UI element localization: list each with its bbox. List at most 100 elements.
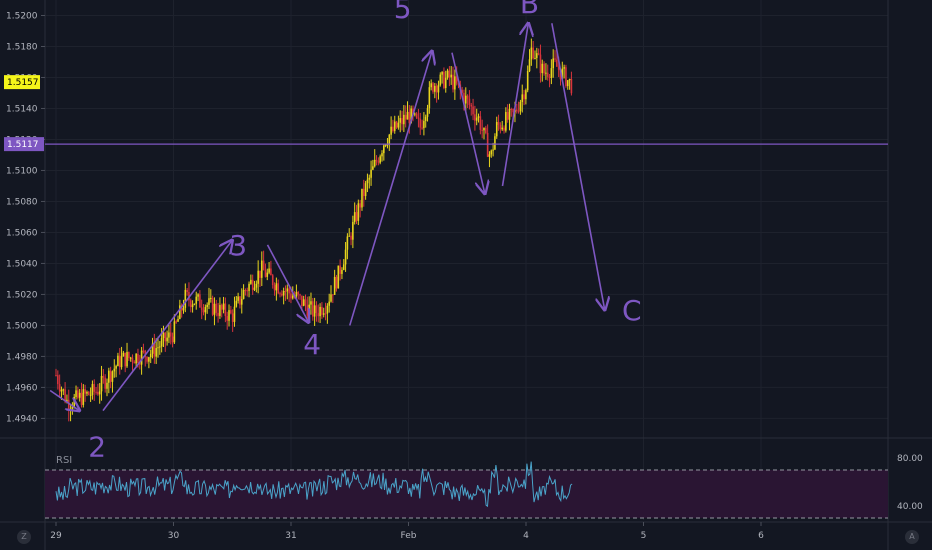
candle-body	[499, 124, 502, 130]
candle-body	[240, 298, 243, 305]
candle-body	[435, 85, 438, 93]
candle-body	[157, 347, 159, 349]
rsi-tick-label: 40.00	[897, 502, 923, 512]
candle-body	[302, 299, 305, 306]
candle-body	[235, 300, 238, 307]
candle-body	[299, 294, 301, 296]
candle-body	[541, 63, 544, 74]
price-tick-label: 1.5000	[6, 321, 38, 331]
candle-body	[290, 293, 292, 299]
candle-body	[568, 78, 571, 81]
candle-body	[344, 249, 347, 265]
price-tick-label: 1.5040	[6, 259, 38, 269]
time-tick-label: 30	[168, 531, 180, 541]
candle-body	[401, 118, 403, 125]
forex-chart[interactable]: 2345BC 1.52001.51801.51601.51401.51201.5…	[0, 0, 932, 550]
candle-body	[308, 304, 310, 316]
time-tick-label: 31	[285, 531, 296, 541]
candle-body	[184, 289, 187, 308]
candle-body	[55, 375, 57, 377]
candle-body	[128, 352, 130, 358]
candle-body	[277, 283, 279, 294]
candle-body	[357, 203, 360, 221]
candle-body	[226, 316, 228, 321]
candle-body	[373, 159, 376, 167]
candle-body	[84, 389, 86, 394]
candle-body	[117, 355, 119, 367]
candle-body	[324, 313, 327, 315]
candle-body	[95, 391, 97, 393]
candle-body	[191, 304, 194, 308]
candle-body	[328, 301, 330, 306]
candle-body	[111, 371, 114, 382]
candle-body	[271, 275, 274, 286]
time-tick-label: Feb	[401, 531, 417, 541]
candle-body	[266, 272, 269, 277]
rsi-tick-label: 80.00	[897, 454, 923, 464]
zoom-reset-button[interactable]: Z	[17, 530, 31, 544]
wave-label-3[interactable]: 3	[229, 229, 247, 262]
candle-body	[186, 289, 188, 293]
candle-body	[443, 72, 445, 89]
candle-body	[166, 337, 168, 342]
candle-body	[397, 122, 400, 128]
candle-body	[311, 301, 314, 317]
time-tick-label: 4	[523, 531, 529, 541]
candle-body	[270, 268, 272, 276]
candle-body	[341, 269, 343, 274]
candle-body	[67, 399, 70, 411]
candle-body	[279, 293, 281, 295]
candle-body	[528, 59, 531, 72]
candle-body	[446, 70, 449, 78]
wave-label-B[interactable]: B	[520, 0, 539, 20]
chart-background	[0, 0, 932, 550]
candle-body	[342, 264, 345, 270]
candle-body	[275, 283, 278, 291]
candle-body	[242, 290, 245, 299]
candle-body	[379, 156, 381, 163]
candle-body	[175, 321, 178, 323]
candle-body	[510, 108, 513, 110]
auto-scale-button[interactable]: A	[905, 530, 919, 544]
candle-body	[330, 294, 332, 302]
candle-body	[268, 268, 270, 273]
candle-body	[169, 332, 172, 337]
price-tick-label: 1.5200	[6, 11, 38, 21]
candle-body	[417, 117, 420, 119]
wave-label-C[interactable]: C	[622, 294, 642, 327]
candle-body	[523, 94, 525, 100]
candle-body	[60, 389, 63, 392]
wave-label-5[interactable]: 5	[394, 0, 412, 25]
candle-body	[213, 303, 216, 315]
candle-body	[548, 76, 551, 78]
candle-body	[233, 306, 236, 322]
candle-body	[126, 352, 128, 367]
candle-body	[479, 116, 482, 130]
candle-body	[495, 122, 498, 137]
candle-body	[421, 127, 423, 129]
candle-body	[508, 108, 511, 120]
candle-body	[381, 153, 383, 157]
rsi-title: RSI	[56, 455, 72, 466]
candle-body	[492, 149, 494, 151]
candle-body	[171, 336, 174, 343]
price-tick-label: 1.4980	[6, 352, 38, 362]
candle-body	[131, 357, 134, 363]
candle-body	[137, 353, 139, 364]
wave-label-4[interactable]: 4	[303, 328, 321, 361]
candle-body	[545, 72, 547, 74]
candle-body	[350, 235, 352, 240]
candle-body	[124, 352, 127, 367]
price-tick-label: 1.4960	[6, 383, 38, 393]
candle-body	[392, 126, 394, 132]
candle-body	[219, 305, 221, 316]
candle-body	[546, 72, 549, 77]
candle-body	[517, 111, 520, 113]
candle-body	[452, 74, 454, 90]
candle-body	[140, 350, 143, 365]
candle-body	[281, 293, 283, 296]
candle-body	[322, 313, 325, 315]
candle-body	[563, 67, 565, 69]
candle-body	[210, 297, 212, 299]
wave-label-2[interactable]: 2	[88, 430, 106, 463]
